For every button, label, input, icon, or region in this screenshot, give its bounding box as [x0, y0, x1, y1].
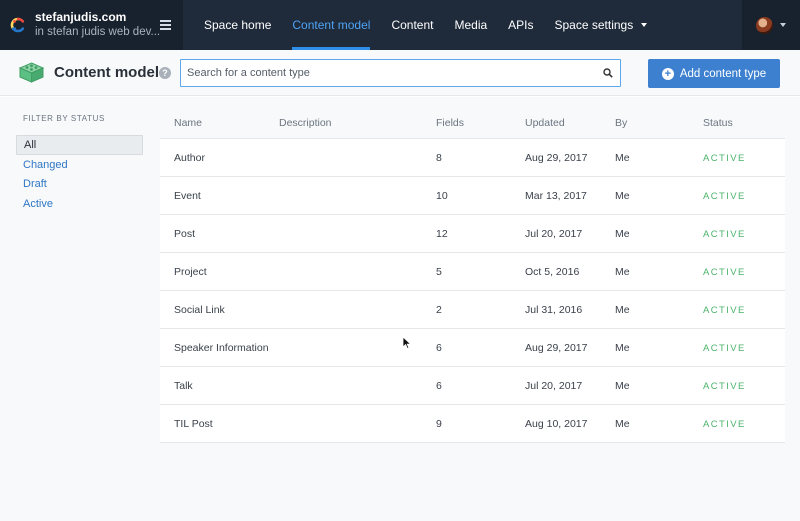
- cell-name[interactable]: TIL Post: [174, 418, 213, 430]
- nav-content-model-label: Content model: [292, 18, 371, 32]
- cell-name[interactable]: Author: [174, 152, 205, 164]
- filter-active[interactable]: Active: [16, 194, 143, 214]
- column-header-name[interactable]: Name: [174, 117, 202, 129]
- content-model-blocks-icon: [18, 62, 45, 83]
- cell-status: ACTIVE: [703, 305, 746, 316]
- nav-media-label: Media: [454, 18, 488, 32]
- cell-status: ACTIVE: [703, 153, 746, 164]
- cell-name[interactable]: Speaker Information: [174, 342, 269, 354]
- table-body: Author 8 Aug 29, 2017 Me ACTIVE Event 10 Mar 13…: [160, 139, 785, 443]
- filter-draft[interactable]: Draft: [16, 174, 143, 194]
- filter-changed[interactable]: Changed: [16, 155, 143, 175]
- search-input[interactable]: [181, 60, 581, 86]
- column-header-fields[interactable]: Fields: [436, 117, 464, 129]
- nav-content[interactable]: Content: [391, 0, 433, 50]
- main-nav: Space home Content model Content Media A…: [183, 0, 668, 50]
- nav-content-label: Content: [391, 18, 434, 32]
- page-title: Content model: [54, 64, 159, 81]
- cell-fields: 5: [436, 266, 442, 278]
- space-switcher[interactable]: stefanjudis.com in stefan judis web dev.…: [0, 0, 183, 50]
- chevron-down-icon: [641, 23, 648, 27]
- account-menu[interactable]: [742, 0, 800, 50]
- filter-all[interactable]: All: [16, 135, 143, 155]
- cell-status: ACTIVE: [703, 381, 746, 392]
- table-row[interactable]: Speaker Information 6 Aug 29, 2017 Me ACTIVE: [160, 329, 785, 367]
- nav-space-settings-label: Space settings: [554, 18, 634, 32]
- cell-name[interactable]: Event: [174, 190, 201, 202]
- column-header-status[interactable]: Status: [703, 117, 733, 129]
- table-row[interactable]: Talk 6 Jul 20, 2017 Me ACTIVE: [160, 367, 785, 405]
- help-icon[interactable]: ?: [159, 67, 171, 79]
- cell-name[interactable]: Post: [174, 228, 195, 240]
- table-row[interactable]: Social Link 2 Jul 31, 2016 Me ACTIVE: [160, 291, 785, 329]
- cell-by: Me: [615, 342, 630, 354]
- chevron-down-icon: [780, 23, 786, 27]
- contentful-logo-icon: [10, 17, 25, 33]
- cell-by: Me: [615, 228, 630, 240]
- cell-updated: Jul 20, 2017: [525, 228, 583, 240]
- space-name: stefanjudis.com: [35, 10, 127, 24]
- filter-sidebar: FILTER BY STATUS All Changed Draft Activ…: [0, 97, 160, 521]
- top-navigation-bar: stefanjudis.com in stefan judis web dev.…: [0, 0, 800, 50]
- cell-fields: 12: [436, 228, 448, 240]
- cell-fields: 2: [436, 304, 442, 316]
- cell-fields: 9: [436, 418, 442, 430]
- cell-updated: Aug 29, 2017: [525, 152, 588, 164]
- cell-fields: 10: [436, 190, 448, 202]
- cell-status: ACTIVE: [703, 191, 746, 202]
- cell-fields: 6: [436, 380, 442, 392]
- cell-fields: 6: [436, 342, 442, 354]
- filter-title: FILTER BY STATUS: [23, 114, 105, 123]
- search-icon[interactable]: [603, 68, 613, 78]
- cell-by: Me: [615, 190, 630, 202]
- table-row[interactable]: Post 12 Jul 20, 2017 Me ACTIVE: [160, 215, 785, 253]
- nav-space-settings[interactable]: Space settings: [555, 0, 648, 50]
- cell-by: Me: [615, 304, 630, 316]
- cell-updated: Oct 5, 2016: [525, 266, 580, 278]
- nav-space-home[interactable]: Space home: [204, 0, 271, 50]
- table-row[interactable]: Author 8 Aug 29, 2017 Me ACTIVE: [160, 139, 785, 177]
- cell-status: ACTIVE: [703, 419, 746, 430]
- cell-updated: Jul 20, 2017: [525, 380, 583, 392]
- cell-status: ACTIVE: [703, 343, 746, 354]
- cell-by: Me: [615, 418, 630, 430]
- plus-circle-icon: +: [661, 67, 674, 80]
- cell-name[interactable]: Social Link: [174, 304, 225, 316]
- nav-content-model[interactable]: Content model: [292, 0, 371, 50]
- add-content-type-label: Add content type: [679, 67, 767, 80]
- nav-space-home-label: Space home: [204, 18, 272, 32]
- cell-name[interactable]: Talk: [174, 380, 193, 392]
- add-content-type-button[interactable]: + Add content type: [648, 59, 780, 88]
- cell-updated: Aug 10, 2017: [525, 418, 588, 430]
- content-types-table: Name Description Fields Updated By Statu…: [160, 109, 785, 443]
- cell-by: Me: [615, 266, 630, 278]
- nav-media[interactable]: Media: [454, 0, 487, 50]
- cell-status: ACTIVE: [703, 229, 746, 240]
- cell-updated: Aug 29, 2017: [525, 342, 588, 354]
- column-header-by[interactable]: By: [615, 117, 627, 129]
- table-header: Name Description Fields Updated By Statu…: [160, 109, 785, 139]
- table-row[interactable]: Event 10 Mar 13, 2017 Me ACTIVE: [160, 177, 785, 215]
- nav-apis-label: APIs: [508, 18, 534, 32]
- cell-by: Me: [615, 152, 630, 164]
- search-box: [180, 59, 621, 87]
- column-header-updated[interactable]: Updated: [525, 117, 565, 129]
- cell-name[interactable]: Project: [174, 266, 207, 278]
- cell-by: Me: [615, 380, 630, 392]
- cell-updated: Mar 13, 2017: [525, 190, 587, 202]
- mouse-cursor-icon: [402, 336, 412, 350]
- nav-apis[interactable]: APIs: [508, 0, 533, 50]
- table-row[interactable]: Project 5 Oct 5, 2016 Me ACTIVE: [160, 253, 785, 291]
- space-organization: in stefan judis web dev...: [35, 26, 161, 38]
- cell-updated: Jul 31, 2016: [525, 304, 583, 316]
- cell-fields: 8: [436, 152, 442, 164]
- table-row[interactable]: TIL Post 9 Aug 10, 2017 Me ACTIVE: [160, 405, 785, 443]
- column-header-description[interactable]: Description: [279, 117, 332, 129]
- user-avatar: [756, 16, 773, 34]
- cell-status: ACTIVE: [703, 267, 746, 278]
- hamburger-menu-icon[interactable]: [160, 20, 171, 30]
